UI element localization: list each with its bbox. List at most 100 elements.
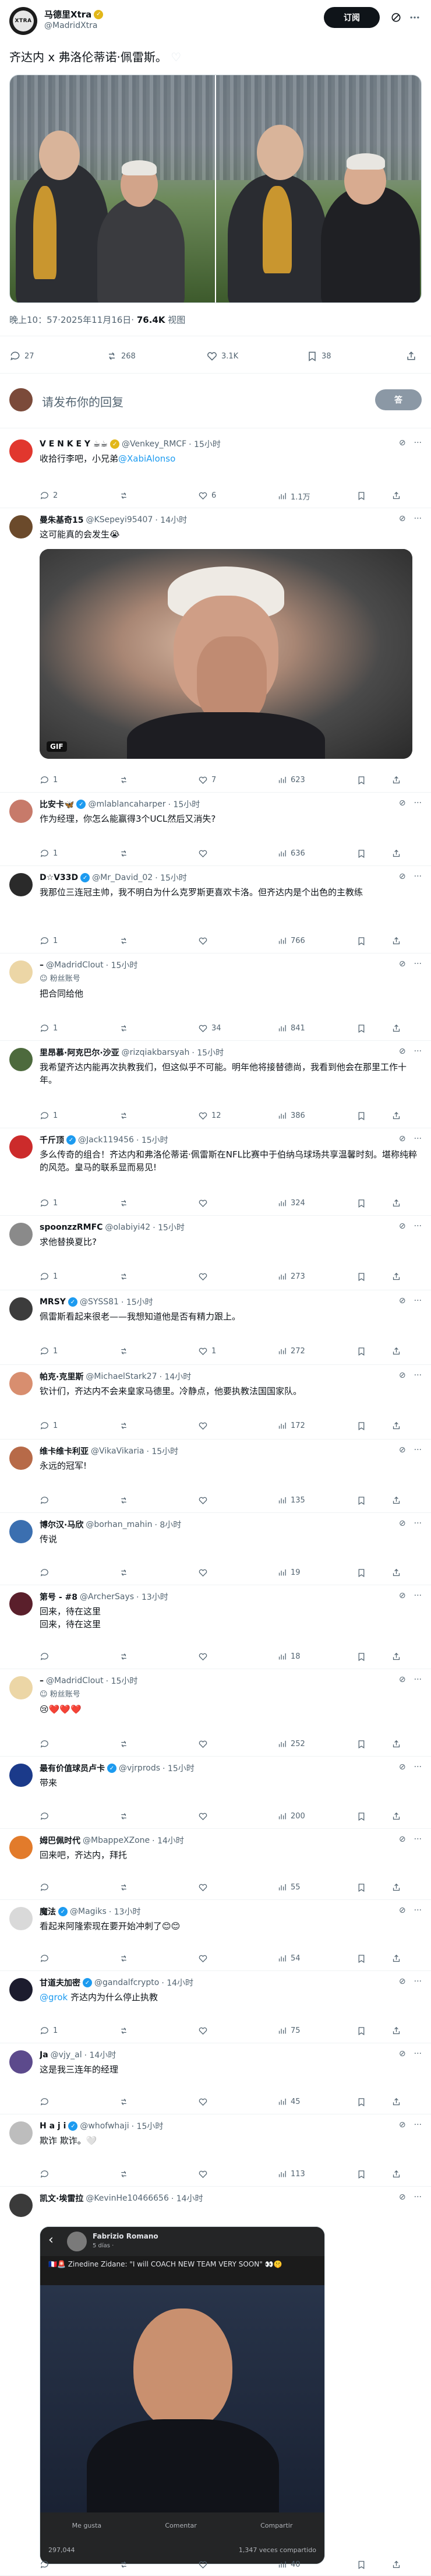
grok-icon[interactable]: ⊘ <box>399 1977 406 1986</box>
reply-card[interactable]: – @MadridClout · 15小时 ⊘ ··· ☺ 粉丝账号 😢❤️❤️❤️ 252 <box>0 1669 431 1757</box>
grok-icon[interactable]: ⊘ <box>399 1371 406 1380</box>
reply-action[interactable] <box>40 1954 50 1963</box>
reply-author-handle[interactable]: @borhan_mahin <box>86 1520 152 1529</box>
reply-action[interactable]: 1 <box>40 849 58 858</box>
author-name-row[interactable]: 马德里Xtra ✓ <box>44 8 104 20</box>
views-action[interactable]: 273 <box>277 1272 305 1282</box>
repost-action[interactable] <box>119 1739 129 1749</box>
reply-card[interactable]: V E N K E Y ☕☕ ✓ @Venkey_RMCF · 15小时 ⊘ ··· 收拾行… <box>0 432 431 508</box>
reply-author-handle[interactable]: @Venkey_RMCF <box>122 439 186 449</box>
reply-action[interactable] <box>40 1882 50 1892</box>
share-action[interactable] <box>391 1198 401 1208</box>
reply-author-handle[interactable]: @MichaelStark27 <box>86 1372 157 1381</box>
repost-action[interactable] <box>119 1023 129 1033</box>
grok-icon[interactable]: ⊘ <box>399 514 406 523</box>
bookmark-action[interactable] <box>356 1811 366 1821</box>
views-action[interactable]: 841 <box>277 1023 305 1033</box>
like-action[interactable]: 34 <box>198 1023 221 1033</box>
reply-author-handle[interactable]: @Jack119456 <box>78 1135 134 1145</box>
views-action[interactable]: 135 <box>277 1495 305 1505</box>
reply-action[interactable]: 1 <box>40 2026 58 2036</box>
repost-action[interactable] <box>119 1198 129 1208</box>
views-action[interactable]: 75 <box>277 2026 301 2036</box>
grok-icon[interactable]: ⊘ <box>399 1222 406 1231</box>
reply-author-handle[interactable]: @gandalfcrypto <box>94 1978 159 1987</box>
more-options-icon[interactable]: ··· <box>414 1222 422 1231</box>
more-options-icon[interactable]: ··· <box>414 1591 422 1600</box>
reply-card[interactable]: 曼朱基奇15 @KSepeyi95407 · 14小时 ⊘ ··· 这可能真的会发生😭 GI… <box>0 508 431 793</box>
reply-author-handle[interactable]: @Mr_David_02 <box>92 873 153 882</box>
repost-action[interactable] <box>119 1811 129 1821</box>
like-action[interactable]: 12 <box>198 1111 221 1121</box>
share-action[interactable] <box>391 1811 401 1821</box>
views-action[interactable]: 272 <box>277 1346 305 1356</box>
reply-avatar[interactable] <box>9 1676 33 1699</box>
grok-icon[interactable]: ⊘ <box>399 438 406 448</box>
views-action[interactable]: 766 <box>277 936 305 946</box>
reply-avatar[interactable] <box>9 873 33 896</box>
reply-avatar[interactable] <box>9 1135 33 1159</box>
more-options-icon[interactable]: ··· <box>414 514 422 523</box>
reply-action[interactable]: 1 <box>40 1111 58 1121</box>
more-options-icon[interactable]: ··· <box>414 2049 422 2058</box>
reply-author-handle[interactable]: @MadridClout <box>46 1676 104 1685</box>
media-photo-1[interactable] <box>10 75 215 302</box>
bookmark-action[interactable] <box>356 1198 366 1208</box>
bookmark-action[interactable] <box>356 1272 366 1282</box>
reply-avatar[interactable] <box>9 2121 33 2145</box>
bookmark-action[interactable] <box>356 2026 366 2036</box>
grok-icon[interactable]: ⊘ <box>399 1906 406 1915</box>
repost-action[interactable] <box>119 1272 129 1282</box>
reply-author-name[interactable]: 里昂慕·阿克巴尔·沙亚 <box>40 1047 119 1058</box>
reply-input[interactable]: 请发布你的回复 <box>42 393 123 410</box>
reply-submit-button[interactable]: 答 <box>375 389 422 410</box>
reply-author-name[interactable]: 帕克·克里斯 <box>40 1371 83 1382</box>
reply-author-name[interactable]: – <box>40 960 44 970</box>
reply-avatar[interactable] <box>9 1048 33 1071</box>
reply-avatar[interactable] <box>9 1447 33 1470</box>
grok-icon[interactable]: ⊘ <box>399 1296 406 1305</box>
like-action[interactable]: 7 <box>198 775 216 785</box>
bookmark-action[interactable] <box>356 1652 366 1662</box>
bookmark-action[interactable] <box>356 1421 366 1431</box>
reply-author-handle[interactable]: @whofwhaji <box>80 2121 129 2131</box>
views-action[interactable]: 55 <box>277 1882 301 1892</box>
reply-author-name[interactable]: MRSY <box>40 1297 66 1307</box>
views-action[interactable]: 19 <box>277 1568 301 1578</box>
share-action[interactable] <box>391 1954 401 1963</box>
like-action[interactable] <box>198 1954 208 1963</box>
reply-action[interactable] <box>40 1811 50 1821</box>
more-options-icon[interactable]: ··· <box>414 2193 422 2202</box>
share-action[interactable] <box>391 775 401 785</box>
repost-action[interactable] <box>119 491 129 501</box>
reply-card[interactable]: D☆V33D ✓ @Mr_David_02 · 15小时 ⊘ ··· 我那位三连冠主帅，我不… <box>0 866 431 953</box>
reply-author-name[interactable]: 博尔汉·马欣 <box>40 1519 83 1530</box>
reply-avatar[interactable] <box>9 1297 33 1321</box>
reply-action[interactable]: 1 <box>40 1346 58 1356</box>
more-options-icon[interactable]: ··· <box>414 1977 422 1986</box>
more-options-icon[interactable]: ··· <box>414 1762 422 1772</box>
reply-author-name[interactable]: H a j i <box>40 2121 66 2131</box>
reply-card[interactable]: 千斤顶 ✓ @Jack119456 · 15小时 ⊘ ··· 多么传奇的组合！齐达内和弗洛伦… <box>0 1128 431 1216</box>
repost-action[interactable] <box>119 775 129 785</box>
share-action[interactable] <box>391 1739 401 1749</box>
reply-action[interactable]: 1 <box>40 1421 58 1431</box>
reply-card[interactable]: 里昂慕·阿克巴尔·沙亚 @rizqiakbarsyah · 15小时 ⊘ ··· 我希望齐… <box>0 1041 431 1128</box>
repost-action[interactable] <box>119 1882 129 1892</box>
bookmark-action[interactable] <box>356 1023 366 1033</box>
share-action[interactable] <box>405 350 417 362</box>
reply-author-name[interactable]: spoonzzRMFC <box>40 1223 103 1232</box>
reply-avatar[interactable] <box>9 439 33 463</box>
bookmark-action[interactable] <box>356 1954 366 1963</box>
reply-avatar[interactable] <box>9 1520 33 1543</box>
reply-avatar[interactable] <box>9 515 33 539</box>
mention-link[interactable]: @grok <box>40 1992 68 2003</box>
bookmark-action[interactable] <box>356 849 366 858</box>
reply-author-name[interactable]: 维卡维卡利亚 <box>40 1445 89 1457</box>
reply-author-name[interactable]: Ja <box>40 2050 48 2060</box>
share-action[interactable] <box>391 1421 401 1431</box>
reply-avatar[interactable] <box>9 1836 33 1859</box>
more-options-icon[interactable]: ··· <box>414 1906 422 1915</box>
reply-author-handle[interactable]: @vjrprods <box>119 1764 160 1773</box>
reply-card[interactable]: 最有价值球员卢卡 ✓ @vjrprods · 15小时 ⊘ ··· 带来 200 <box>0 1757 431 1829</box>
